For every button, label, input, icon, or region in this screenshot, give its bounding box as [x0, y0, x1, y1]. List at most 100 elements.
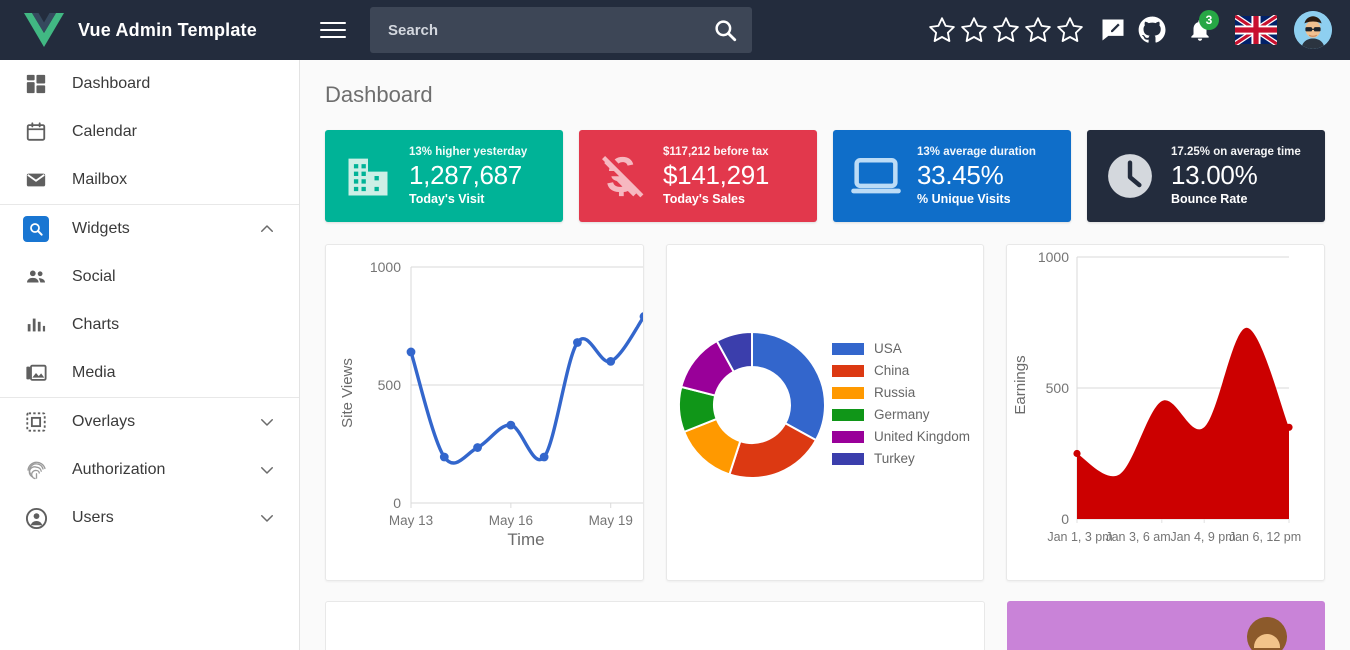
- stat-subtitle: $117,212 before tax: [663, 146, 769, 158]
- svg-text:0: 0: [1062, 511, 1070, 527]
- stat-card-text: 17.25% on average time 13.00% Bounce Rat…: [1171, 145, 1301, 207]
- top-bar: Vue Admin Template Search 3: [0, 0, 1350, 60]
- svg-text:Jan 3, 6 am: Jan 3, 6 am: [1106, 530, 1171, 544]
- svg-text:Time: Time: [507, 530, 544, 549]
- svg-text:Turkey: Turkey: [874, 451, 915, 466]
- bottom-cards-row: [300, 581, 1350, 650]
- stat-cards-row: 13% higher yesterday 1,287,687 Today's V…: [300, 108, 1350, 222]
- sidebar-item-mailbox[interactable]: Mailbox: [0, 156, 299, 204]
- vue-logo-icon: [24, 13, 64, 47]
- uk-flag-icon[interactable]: [1235, 15, 1277, 45]
- sidebar-item-widgets[interactable]: Widgets: [0, 205, 299, 253]
- overlay-dashed-square-icon: [14, 411, 58, 433]
- svg-text:1000: 1000: [1038, 249, 1069, 265]
- stat-subtitle: 13% higher yesterday: [409, 146, 528, 158]
- sidebar-item-users[interactable]: Users: [0, 494, 299, 542]
- sidebar-item-label: Media: [72, 364, 116, 381]
- svg-text:1000: 1000: [370, 259, 401, 275]
- search-input[interactable]: [388, 21, 712, 39]
- svg-text:Jan 4, 9 pm: Jan 4, 9 pm: [1171, 530, 1236, 544]
- rating-stars[interactable]: [927, 15, 1085, 45]
- stat-value: $141,291: [663, 160, 770, 190]
- github-button[interactable]: [1135, 10, 1169, 50]
- country-share-donut-chart: USA China Russia Germany United Kingdom Turke…: [677, 330, 970, 479]
- star-outline-icon[interactable]: [1023, 15, 1053, 45]
- stat-card-unique-visits[interactable]: 13% average duration 33.45% % Unique Vis…: [833, 130, 1071, 222]
- widgets-search-badge-icon: [14, 216, 58, 242]
- svg-text:May 16: May 16: [489, 513, 533, 528]
- sidebar-item-media[interactable]: Media: [0, 349, 299, 397]
- donut-chart-card[interactable]: USA China Russia Germany United Kingdom Turke…: [665, 244, 985, 581]
- chevron-down-icon[interactable]: [257, 461, 277, 479]
- line-chart-card[interactable]: 0 500 1000 May 13 May 16 May 19 Site Views Time: [325, 244, 644, 581]
- star-outline-icon[interactable]: [959, 15, 989, 45]
- office-building-icon: [339, 147, 397, 205]
- bottom-purple-card[interactable]: [1007, 601, 1325, 650]
- chevron-down-icon[interactable]: [257, 413, 277, 431]
- svg-text:Russia: Russia: [874, 385, 916, 400]
- stat-card-text: 13% higher yesterday 1,287,687 Today's V…: [409, 145, 527, 207]
- sidebar-item-label: Charts: [72, 316, 120, 333]
- sidebar-item-calendar[interactable]: Calendar: [0, 108, 299, 156]
- star-outline-icon[interactable]: [1055, 15, 1085, 45]
- clock-icon: [1101, 147, 1159, 205]
- github-icon: [1138, 16, 1166, 43]
- star-outline-icon[interactable]: [927, 15, 957, 45]
- svg-text:Earnings: Earnings: [1012, 355, 1029, 414]
- sidebar-item-charts[interactable]: Charts: [0, 301, 299, 349]
- notification-badge: 3: [1199, 10, 1219, 30]
- stat-card-text: 13% average duration 33.45% % Unique Vis…: [917, 145, 1036, 207]
- svg-text:Site Views: Site Views: [339, 358, 356, 428]
- search-icon[interactable]: [712, 17, 738, 43]
- chat-edit-button[interactable]: [1096, 10, 1130, 50]
- sidebar-item-dashboard[interactable]: Dashboard: [0, 60, 299, 108]
- stat-card-bounce-rate[interactable]: 17.25% on average time 13.00% Bounce Rat…: [1087, 130, 1325, 222]
- star-outline-icon[interactable]: [991, 15, 1021, 45]
- user-avatar[interactable]: [1294, 11, 1332, 49]
- top-bar-icon-group: 3: [927, 8, 1332, 52]
- sidebar-item-social[interactable]: Social: [0, 253, 299, 301]
- svg-text:Jan 1, 3 pm: Jan 1, 3 pm: [1048, 530, 1113, 544]
- stat-caption: Bounce Rate: [1171, 192, 1248, 206]
- area-chart-card[interactable]: 0 500 1000 Jan 1, 3 pm Jan 3, 6 am Jan 4, 9 p…: [1006, 244, 1326, 581]
- site-views-line-chart: 0 500 1000 May 13 May 16 May 19 Site Views Time: [339, 259, 643, 549]
- stat-value: 1,287,687: [409, 160, 522, 190]
- sidebar-item-label: Dashboard: [72, 75, 151, 92]
- people-group-icon: [14, 266, 58, 288]
- search-box[interactable]: [370, 7, 752, 53]
- sidebar-item-label: Calendar: [72, 123, 137, 140]
- chevron-up-icon[interactable]: [257, 220, 277, 238]
- stat-card-text: $117,212 before tax $141,291 Today's Sal…: [663, 145, 769, 207]
- sidebar-item-overlays[interactable]: Overlays: [0, 398, 299, 446]
- bar-chart-icon: [14, 314, 58, 336]
- svg-text:500: 500: [1046, 380, 1070, 396]
- top-bar-controls: 3: [300, 0, 1350, 60]
- sidebar-item-label: Authorization: [72, 461, 166, 478]
- stat-value: 13.00%: [1171, 160, 1258, 190]
- user-avatar-icon: [1247, 617, 1287, 650]
- bottom-white-card[interactable]: [325, 601, 985, 650]
- svg-text:United Kingdom: United Kingdom: [874, 429, 970, 444]
- svg-text:China: China: [874, 363, 910, 378]
- calendar-icon: [14, 121, 58, 143]
- hamburger-menu-icon[interactable]: [320, 17, 350, 43]
- notifications-button[interactable]: 3: [1180, 8, 1220, 52]
- sidebar-item-authorization[interactable]: Authorization: [0, 446, 299, 494]
- brand-area[interactable]: Vue Admin Template: [0, 0, 300, 60]
- svg-text:May 13: May 13: [389, 513, 433, 528]
- stat-caption: Today's Sales: [663, 192, 745, 206]
- stat-subtitle: 13% average duration: [917, 146, 1036, 158]
- stat-card-todays-visit[interactable]: 13% higher yesterday 1,287,687 Today's V…: [325, 130, 563, 222]
- money-off-dollar-icon: [593, 147, 651, 205]
- stat-card-todays-sales[interactable]: $117,212 before tax $141,291 Today's Sal…: [579, 130, 817, 222]
- charts-row: 0 500 1000 May 13 May 16 May 19 Site Views Time…: [300, 222, 1350, 581]
- account-circle-icon: [14, 507, 58, 530]
- stat-value: 33.45%: [917, 160, 1004, 190]
- svg-text:500: 500: [378, 377, 402, 393]
- sidebar-item-label: Mailbox: [72, 171, 128, 188]
- chevron-down-icon[interactable]: [257, 509, 277, 527]
- chat-edit-icon: [1102, 19, 1124, 41]
- brand-title: Vue Admin Template: [78, 19, 257, 40]
- mail-envelope-icon: [14, 169, 58, 191]
- sidebar-item-label: Users: [72, 509, 114, 526]
